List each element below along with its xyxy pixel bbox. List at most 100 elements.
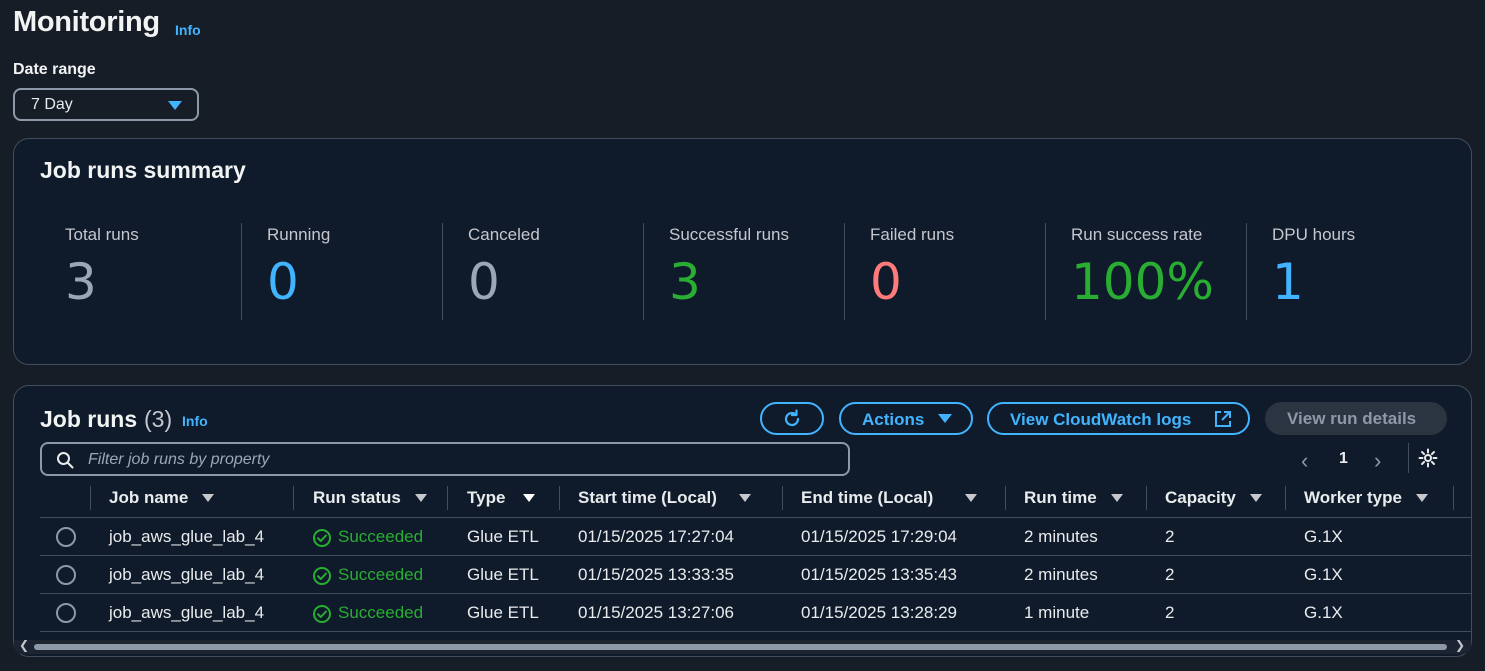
search-icon <box>57 452 74 469</box>
column-divider <box>1146 486 1147 510</box>
column-divider <box>90 486 91 510</box>
column-header-start-time[interactable]: Start time (Local) <box>578 488 751 508</box>
metric-value: 0 <box>870 253 902 311</box>
table-row[interactable]: job_aws_glue_lab_4 Succeeded Glue ETL 01… <box>40 593 1471 632</box>
check-circle-icon <box>313 529 331 547</box>
summary-title: Job runs summary <box>40 157 246 183</box>
cell-job-name[interactable]: job_aws_glue_lab_4 <box>109 603 264 623</box>
caret-down-icon <box>202 494 215 502</box>
scroll-left-arrow-icon[interactable]: ❮ <box>19 638 29 652</box>
cell-run-time: 1 minute <box>1024 603 1090 622</box>
column-header-type[interactable]: Type <box>467 488 536 508</box>
check-circle-icon <box>313 567 331 585</box>
cell-type: Glue ETL <box>467 565 539 584</box>
metric-label: Run success rate <box>1071 225 1203 244</box>
metric-divider <box>643 223 644 320</box>
metric-value: 3 <box>669 253 701 311</box>
page-info-link[interactable]: Info <box>175 22 201 38</box>
metric-value: 100% <box>1071 253 1214 311</box>
column-divider <box>559 486 560 510</box>
actions-dropdown-button[interactable]: Actions <box>839 402 973 435</box>
caret-down-icon <box>1110 494 1123 502</box>
row-select-radio[interactable] <box>56 565 76 585</box>
status-text: Succeeded <box>338 527 424 546</box>
cell-end-time: 01/15/2025 13:28:29 <box>801 603 957 622</box>
table-row[interactable]: job_aws_glue_lab_4 Succeeded Glue ETL 01… <box>40 555 1471 594</box>
column-divider <box>293 486 294 510</box>
cell-worker-type: G.1X <box>1304 527 1343 546</box>
caret-down-icon <box>168 101 182 110</box>
metric-divider <box>241 223 242 320</box>
column-header-run-time[interactable]: Run time <box>1024 488 1123 508</box>
job-runs-summary-panel: Job runs summary Total runs 3 Running 0 … <box>13 138 1472 365</box>
status-text: Succeeded <box>338 603 424 622</box>
column-label: Type <box>467 488 506 507</box>
column-label: Capacity <box>1165 488 1236 507</box>
cell-run-status: Succeeded <box>313 565 423 585</box>
cell-end-time: 01/15/2025 13:35:43 <box>801 565 957 584</box>
view-run-details-label: View run details <box>1287 409 1417 428</box>
chevron-left-icon[interactable]: ‹ <box>1301 448 1308 474</box>
column-header-run-status[interactable]: Run status <box>313 488 427 508</box>
cell-worker-type: G.1X <box>1304 603 1343 622</box>
filter-input[interactable]: Filter job runs by property <box>40 442 850 476</box>
date-range-value: 7 Day <box>31 96 73 113</box>
cell-end-time: 01/15/2025 17:29:04 <box>801 527 957 546</box>
view-run-details-button[interactable]: View run details <box>1265 402 1447 435</box>
page-number[interactable]: 1 <box>1339 450 1348 468</box>
column-label: End time (Local) <box>801 488 934 507</box>
caret-down-icon <box>965 494 978 502</box>
cell-worker-type: G.1X <box>1304 565 1343 584</box>
column-header-end-time[interactable]: End time (Local) <box>801 488 978 508</box>
caret-down-icon <box>938 414 952 423</box>
gear-icon[interactable] <box>1418 448 1438 468</box>
row-select-radio[interactable] <box>56 603 76 623</box>
job-runs-count: (3) <box>144 406 173 432</box>
metric-label: Failed runs <box>870 225 955 244</box>
view-cloudwatch-logs-button[interactable]: View CloudWatch logs <box>987 402 1250 435</box>
job-runs-info-link[interactable]: Info <box>182 413 208 429</box>
table-row[interactable]: job_aws_glue_lab_4 Succeeded Glue ETL 01… <box>40 517 1471 556</box>
cloudwatch-label: View CloudWatch logs <box>1010 410 1192 429</box>
status-text: Succeeded <box>338 565 424 584</box>
metric-label: Canceled <box>468 225 540 244</box>
cell-job-name[interactable]: job_aws_glue_lab_4 <box>109 565 264 585</box>
metric-value: 3 <box>65 253 97 311</box>
column-divider <box>1453 486 1454 510</box>
table-header: Job name Run status Type Start time (Loc… <box>40 483 1471 518</box>
cell-capacity: 2 <box>1165 565 1175 584</box>
metric-label: DPU hours <box>1272 225 1356 244</box>
column-header-worker-type[interactable]: Worker type <box>1304 488 1428 508</box>
scroll-right-arrow-icon[interactable]: ❯ <box>1455 638 1465 652</box>
actions-label: Actions <box>862 410 925 429</box>
cell-run-status: Succeeded <box>313 527 423 547</box>
metric-divider <box>442 223 443 320</box>
chevron-right-icon[interactable]: › <box>1374 448 1381 474</box>
cell-type: Glue ETL <box>467 527 539 546</box>
cell-start-time: 01/15/2025 17:27:04 <box>578 527 734 546</box>
column-header-job-name[interactable]: Job name <box>109 488 215 508</box>
horizontal-scrollbar[interactable]: ❮ ❯ <box>14 638 1471 654</box>
caret-down-icon <box>738 494 751 502</box>
cell-job-name[interactable]: job_aws_glue_lab_4 <box>109 527 264 547</box>
column-label: Run time <box>1024 488 1097 507</box>
metric-divider <box>1045 223 1046 320</box>
cell-start-time: 01/15/2025 13:33:35 <box>578 565 734 584</box>
row-select-radio[interactable] <box>56 527 76 547</box>
external-link-icon <box>1215 411 1231 427</box>
cell-run-time: 2 minutes <box>1024 565 1098 584</box>
metric-label: Successful runs <box>669 225 789 244</box>
cell-run-status: Succeeded <box>313 603 423 623</box>
job-runs-panel: Job runs (3) Info Actions View CloudWatc… <box>13 385 1472 657</box>
date-range-label: Date range <box>13 61 96 78</box>
date-range-select[interactable]: 7 Day <box>13 88 199 121</box>
column-header-capacity[interactable]: Capacity <box>1165 488 1262 508</box>
cell-capacity: 2 <box>1165 527 1175 546</box>
refresh-button[interactable] <box>760 402 824 435</box>
scrollbar-thumb[interactable] <box>34 644 1447 650</box>
column-divider <box>1285 486 1286 510</box>
metric-divider <box>844 223 845 320</box>
cell-type: Glue ETL <box>467 603 539 622</box>
column-divider <box>447 486 448 510</box>
column-label: Start time (Local) <box>578 488 717 507</box>
